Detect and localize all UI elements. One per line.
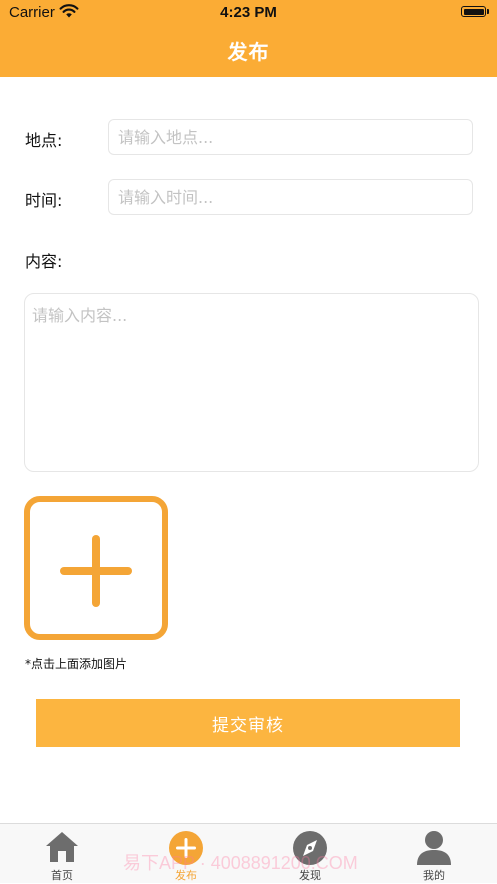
add-image-button[interactable] [24, 496, 168, 640]
tab-discover[interactable]: 发现 [265, 824, 355, 884]
status-bar: Carrier 4:23 PM [0, 0, 497, 26]
tab-home-label: 首页 [51, 869, 73, 882]
user-icon [417, 831, 451, 865]
battery-cap [487, 9, 489, 14]
tab-home[interactable]: 首页 [17, 824, 107, 884]
time-input[interactable] [108, 179, 473, 215]
tab-publish-label: 发布 [175, 869, 197, 882]
location-input[interactable] [108, 119, 473, 155]
plus-circle-icon [169, 831, 203, 865]
compass-icon [293, 831, 327, 865]
tab-publish[interactable]: 发布 [141, 824, 231, 884]
battery-icon [461, 6, 486, 17]
content-textarea[interactable] [24, 293, 479, 472]
tab-discover-label: 发现 [299, 869, 321, 882]
tab-bar: 首页 发布 发现 我的 [0, 823, 497, 883]
home-icon [46, 832, 78, 862]
tab-mine[interactable]: 我的 [389, 824, 479, 884]
status-time: 4:23 PM [220, 4, 277, 21]
submit-review-button[interactable]: 提交审核 [36, 699, 460, 747]
tab-mine-label: 我的 [423, 869, 445, 882]
app-header: Carrier 4:23 PM 发布 [0, 0, 497, 77]
location-label: 地点: [25, 131, 63, 150]
add-image-hint: *点击上面添加图片 [25, 657, 128, 671]
content-label: 内容: [25, 252, 63, 271]
page-title: 发布 [227, 40, 270, 64]
time-label: 时间: [25, 191, 63, 210]
